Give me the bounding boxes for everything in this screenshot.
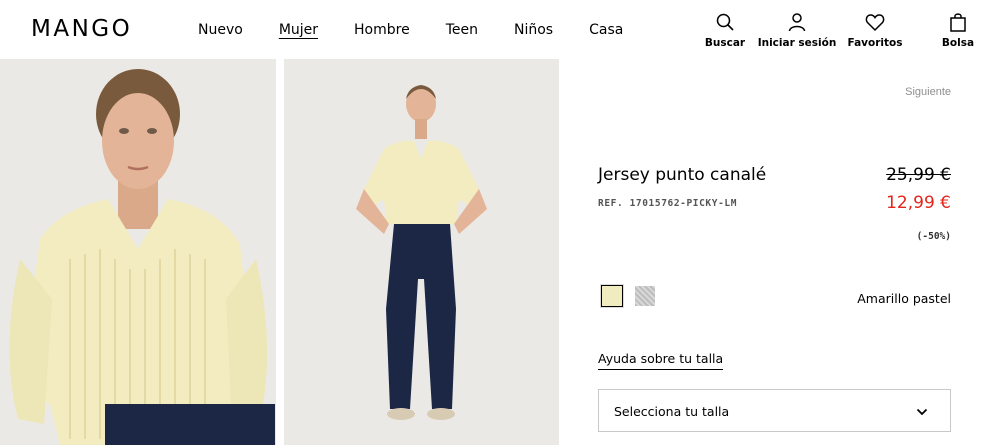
nav-item-nuevo[interactable]: Nuevo <box>198 21 243 39</box>
login-label: Iniciar sesión <box>757 37 837 49</box>
favorites-label: Favoritos <box>847 37 903 49</box>
nav-item-casa[interactable]: Casa <box>589 21 623 39</box>
search-button[interactable]: Buscar <box>705 12 745 49</box>
site-header: MANGO Nuevo Mujer Hombre Teen Niños Casa… <box>0 0 995 59</box>
heart-icon <box>865 14 885 32</box>
product-reference: REF. 17015762-PICKY-LM <box>598 198 738 209</box>
login-button[interactable]: Iniciar sesión <box>758 12 836 49</box>
sale-price: 12,99 € <box>886 193 951 213</box>
product-title: Jersey punto canalé <box>598 165 767 185</box>
search-icon <box>716 13 734 31</box>
nav-item-teen[interactable]: Teen <box>446 21 478 39</box>
main-nav: Nuevo Mujer Hombre Teen Niños Casa <box>198 21 659 39</box>
bag-label: Bolsa <box>941 37 975 49</box>
discount-badge: (-50%) <box>916 231 951 242</box>
nav-item-hombre[interactable]: Hombre <box>354 21 410 39</box>
bag-icon <box>950 13 966 32</box>
user-icon <box>788 13 806 32</box>
next-product-link[interactable]: Siguiente <box>905 86 951 98</box>
color-swatch-yellow[interactable] <box>600 284 624 308</box>
size-select-dropdown[interactable]: Selecciona tu talla <box>598 389 951 432</box>
brand-logo[interactable]: MANGO <box>31 17 132 41</box>
size-help-link[interactable]: Ayuda sobre tu talla <box>598 351 724 370</box>
chevron-down-icon <box>916 408 928 416</box>
product-image-closeup[interactable] <box>0 59 276 445</box>
selected-color-name: Amarillo pastel <box>857 291 951 306</box>
model-closeup-illustration <box>0 59 276 445</box>
original-price: 25,99 € <box>886 165 951 185</box>
product-image-fullbody[interactable] <box>284 59 559 445</box>
model-fullbody-illustration <box>284 59 559 445</box>
color-swatch-grey[interactable] <box>635 286 655 306</box>
size-select-label: Selecciona tu talla <box>614 404 730 419</box>
search-label: Buscar <box>704 37 746 49</box>
favorites-button[interactable]: Favoritos <box>847 12 903 49</box>
nav-item-mujer[interactable]: Mujer <box>279 21 318 39</box>
nav-item-ninos[interactable]: Niños <box>514 21 553 39</box>
bag-button[interactable]: Bolsa <box>938 12 978 49</box>
